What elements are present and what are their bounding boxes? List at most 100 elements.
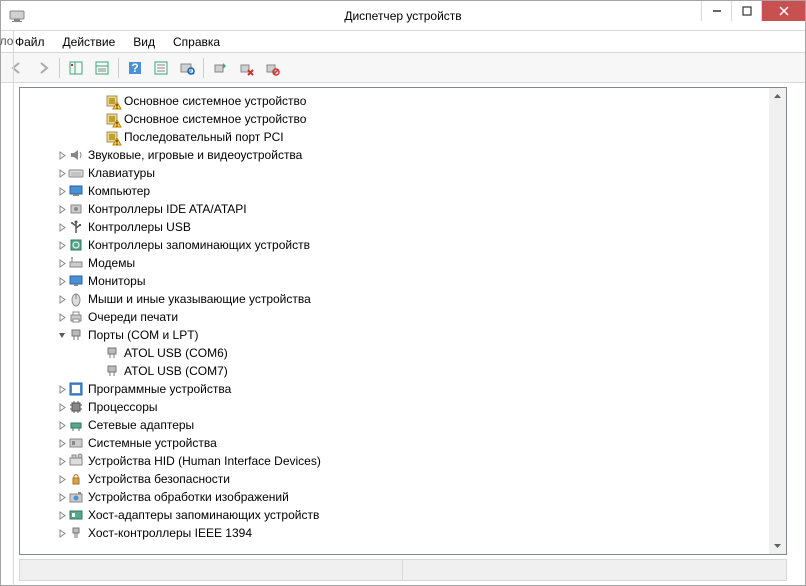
tree-item[interactable]: Основное системное устройство <box>20 110 786 128</box>
tree-expander[interactable] <box>56 221 68 233</box>
computer-icon <box>68 183 84 199</box>
vertical-scrollbar[interactable] <box>769 88 786 554</box>
tree-item[interactable]: Устройства безопасности <box>20 470 786 488</box>
tree-item-label: Программные устройства <box>88 382 231 396</box>
cpu-icon <box>68 399 84 415</box>
device-manager-window: Диспетчер устройств ло Файл Действие Вид… <box>0 0 806 586</box>
tree-item[interactable]: Звуковые, игровые и видеоустройства <box>20 146 786 164</box>
tree-expander[interactable] <box>56 383 68 395</box>
tree-item[interactable]: Мониторы <box>20 272 786 290</box>
tree-spacer <box>92 131 104 143</box>
tree-spacer <box>92 113 104 125</box>
tree-item-label: Системные устройства <box>88 436 217 450</box>
tree-expander[interactable] <box>56 419 68 431</box>
tree-item[interactable]: Основное системное устройство <box>20 92 786 110</box>
tree-expander[interactable] <box>56 473 68 485</box>
tree-item-label: Хост-адаптеры запоминающих устройств <box>88 508 319 522</box>
maximize-button[interactable] <box>731 1 761 21</box>
tree-expander[interactable] <box>56 509 68 521</box>
tree-expander[interactable] <box>56 203 68 215</box>
tree-expander[interactable] <box>56 257 68 269</box>
tree-item[interactable]: Очереди печати <box>20 308 786 326</box>
tree-spacer <box>92 95 104 107</box>
tree-expander[interactable] <box>56 329 68 341</box>
hostadapter-icon <box>68 507 84 523</box>
separator <box>59 58 60 78</box>
tree-expander[interactable] <box>56 455 68 467</box>
show-hide-console-tree-button[interactable] <box>64 56 88 80</box>
scroll-down-button[interactable] <box>769 537 786 554</box>
keyboard-icon <box>68 165 84 181</box>
forward-button[interactable] <box>31 56 55 80</box>
action-button[interactable] <box>149 56 173 80</box>
statusbar <box>19 559 787 581</box>
window-title: Диспетчер устройств <box>344 9 461 23</box>
tree-item[interactable]: Сетевые адаптеры <box>20 416 786 434</box>
tree-item[interactable]: Системные устройства <box>20 434 786 452</box>
tree-item-label: Звуковые, игровые и видеоустройства <box>88 148 302 162</box>
tree-item[interactable]: ATOL USB (COM7) <box>20 362 786 380</box>
tree-expander[interactable] <box>56 167 68 179</box>
scroll-track[interactable] <box>769 105 786 537</box>
tree-item[interactable]: Хост-контроллеры IEEE 1394 <box>20 524 786 542</box>
port-icon <box>68 327 84 343</box>
titlebar[interactable]: Диспетчер устройств <box>1 1 805 31</box>
tree-item-label: Мыши и иные указывающие устройства <box>88 292 311 306</box>
tree-expander[interactable] <box>56 185 68 197</box>
port-icon <box>104 363 120 379</box>
tree-item[interactable]: Устройства HID (Human Interface Devices) <box>20 452 786 470</box>
tree-item[interactable]: Контроллеры USB <box>20 218 786 236</box>
scan-hardware-button[interactable] <box>175 56 199 80</box>
device-tree-panel: Основное системное устройствоОсновное си… <box>19 87 787 555</box>
tree-item[interactable]: Модемы <box>20 254 786 272</box>
tree-expander[interactable] <box>56 401 68 413</box>
menu-action[interactable]: Действие <box>55 33 124 51</box>
tree-item-label: Контроллеры USB <box>88 220 191 234</box>
tree-item[interactable]: Устройства обработки изображений <box>20 488 786 506</box>
scroll-up-button[interactable] <box>769 88 786 105</box>
audio-icon <box>68 147 84 163</box>
tree-expander[interactable] <box>56 527 68 539</box>
printer-icon <box>68 309 84 325</box>
tree-item-label: Контроллеры IDE ATA/ATAPI <box>88 202 247 216</box>
tree-item[interactable]: Компьютер <box>20 182 786 200</box>
tree-item-label: Контроллеры запоминающих устройств <box>88 238 310 252</box>
close-button[interactable] <box>761 1 805 21</box>
tree-item-label: Модемы <box>88 256 135 270</box>
update-driver-button[interactable] <box>208 56 232 80</box>
tree-item-label: Устройства обработки изображений <box>88 490 289 504</box>
help-button[interactable]: ? <box>123 56 147 80</box>
system-icon <box>68 435 84 451</box>
properties-button[interactable] <box>90 56 114 80</box>
tree-item[interactable]: Порты (COM и LPT) <box>20 326 786 344</box>
tree-expander[interactable] <box>56 275 68 287</box>
tree-expander[interactable] <box>56 311 68 323</box>
chip-warn-icon <box>104 93 120 109</box>
tree-expander[interactable] <box>56 239 68 251</box>
minimize-button[interactable] <box>701 1 731 21</box>
content-area: Основное системное устройствоОсновное си… <box>1 83 805 585</box>
device-tree[interactable]: Основное системное устройствоОсновное си… <box>20 88 786 546</box>
mouse-icon <box>68 291 84 307</box>
window-buttons <box>701 1 805 21</box>
tree-item-label: Мониторы <box>88 274 145 288</box>
tree-expander[interactable] <box>56 437 68 449</box>
disable-button[interactable] <box>260 56 284 80</box>
tree-item-label: Хост-контроллеры IEEE 1394 <box>88 526 252 540</box>
tree-item[interactable]: Процессоры <box>20 398 786 416</box>
tree-item[interactable]: Клавиатуры <box>20 164 786 182</box>
tree-item[interactable]: Последовательный порт PCI <box>20 128 786 146</box>
tree-expander[interactable] <box>56 491 68 503</box>
tree-item[interactable]: Программные устройства <box>20 380 786 398</box>
uninstall-button[interactable] <box>234 56 258 80</box>
tree-item[interactable]: Хост-адаптеры запоминающих устройств <box>20 506 786 524</box>
menu-view[interactable]: Вид <box>125 33 163 51</box>
tree-expander[interactable] <box>56 293 68 305</box>
tree-item[interactable]: Мыши и иные указывающие устройства <box>20 290 786 308</box>
tree-expander[interactable] <box>56 149 68 161</box>
tree-item[interactable]: Контроллеры запоминающих устройств <box>20 236 786 254</box>
tree-item[interactable]: Контроллеры IDE ATA/ATAPI <box>20 200 786 218</box>
menu-help[interactable]: Справка <box>165 33 228 51</box>
imaging-icon <box>68 489 84 505</box>
tree-item[interactable]: ATOL USB (COM6) <box>20 344 786 362</box>
